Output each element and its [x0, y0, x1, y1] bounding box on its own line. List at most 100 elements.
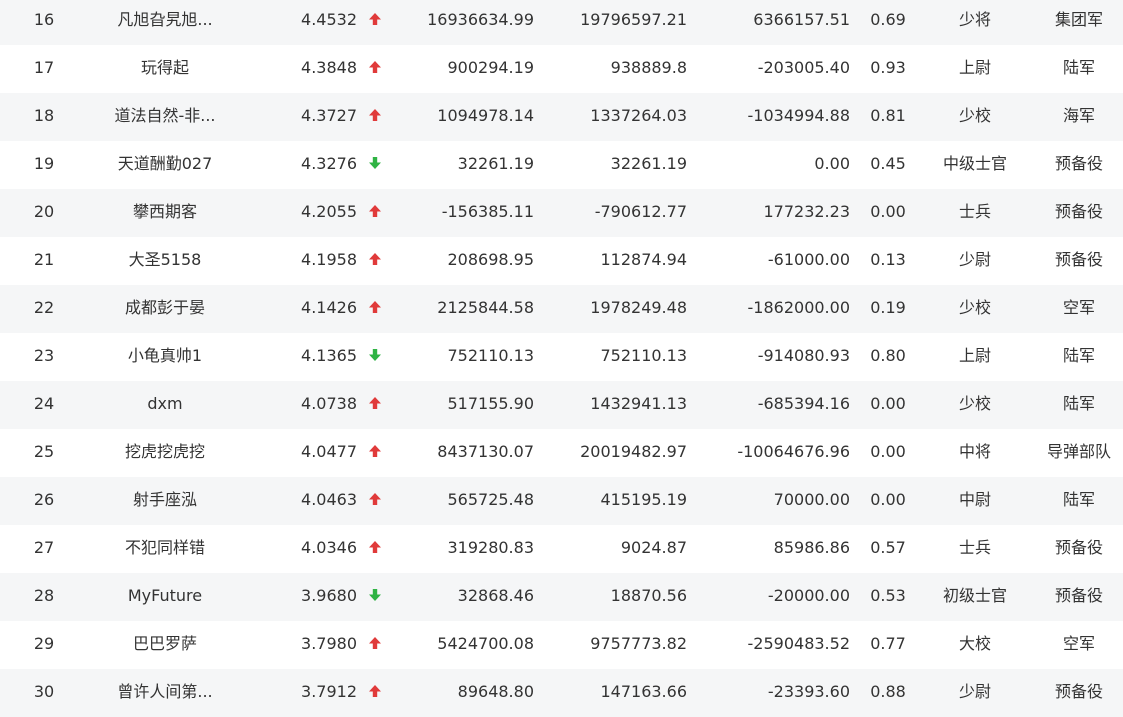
- name-cell: MyFuture: [127, 586, 203, 605]
- arrow-down-icon: [366, 333, 384, 381]
- arrow-up-icon: [366, 45, 384, 93]
- value2-cell: 1978249.48: [590, 298, 687, 317]
- value2-cell: 19796597.21: [580, 10, 687, 29]
- score-cell: 4.1426: [301, 298, 357, 317]
- branch-cell: 空军: [1062, 634, 1095, 653]
- rank-cell: 22: [33, 298, 55, 317]
- value2-cell: 752110.13: [600, 346, 687, 365]
- ratio-cell: 0.19: [870, 298, 906, 317]
- name-cell: 射手座泓: [132, 490, 197, 509]
- score-cell: 4.1365: [301, 346, 357, 365]
- title-cell: 大校: [958, 634, 991, 653]
- value2-cell: 1337264.03: [590, 106, 687, 125]
- arrow-up-icon: [366, 237, 384, 285]
- arrow-up-icon: [366, 525, 384, 573]
- branch-cell: 海军: [1062, 106, 1095, 125]
- table-row[interactable]: 23 小龟真帅1 4.1365 752110.13 752110.13 -914080.9…: [0, 333, 1123, 381]
- title-cell: 士兵: [958, 538, 991, 557]
- name-cell: dxm: [147, 394, 183, 413]
- branch-cell: 陆军: [1062, 490, 1095, 509]
- value3-cell: -1034994.88: [747, 106, 850, 125]
- table-row[interactable]: 28 MyFuture 3.9680 32868.46 18870.56 -20000.0…: [0, 573, 1123, 621]
- table-row[interactable]: 24 dxm 4.0738 517155.90 1432941.13 -685394.16…: [0, 381, 1123, 429]
- arrow-up-icon: [366, 0, 384, 45]
- arrow-up-icon: [366, 189, 384, 237]
- value1-cell: 32261.19: [457, 154, 534, 173]
- arrow-up-icon: [366, 285, 384, 333]
- table-row[interactable]: 21 大圣5158 4.1958 208698.95 112874.94 -61000.0…: [0, 237, 1123, 285]
- value3-cell: -1862000.00: [747, 298, 850, 317]
- title-cell: 初级士官: [942, 586, 1007, 605]
- arrow-up-icon: [366, 429, 384, 477]
- ranking-table: 16 凡旭旮旯旭... 4.4532 16936634.99 19796597.21 63…: [0, 0, 1123, 717]
- table-row[interactable]: 30 曾许人间第... 3.7912 89648.80 147163.66 -23393.…: [0, 669, 1123, 717]
- name-cell: 成都彭于晏: [124, 298, 205, 317]
- rank-cell: 30: [33, 682, 55, 701]
- table-row[interactable]: 19 天道酬勤027 4.3276 32261.19 32261.19 0.00 0.45 中…: [0, 141, 1123, 189]
- ratio-cell: 0.00: [870, 202, 906, 221]
- value2-cell: 18870.56: [610, 586, 687, 605]
- title-cell: 少尉: [958, 250, 991, 269]
- value3-cell: -61000.00: [767, 250, 850, 269]
- rank-cell: 28: [33, 586, 55, 605]
- value1-cell: 900294.19: [447, 58, 534, 77]
- value2-cell: 9757773.82: [590, 634, 687, 653]
- arrow-down-icon: [366, 141, 384, 189]
- table-row[interactable]: 25 挖虎挖虎挖 4.0477 8437130.07 20019482.97 -10064…: [0, 429, 1123, 477]
- branch-cell: 预备役: [1054, 154, 1103, 173]
- value3-cell: -914080.93: [757, 346, 850, 365]
- rank-cell: 21: [33, 250, 55, 269]
- title-cell: 少校: [958, 106, 991, 125]
- name-cell: 巴巴罗萨: [132, 634, 197, 653]
- title-cell: 中尉: [958, 490, 991, 509]
- title-cell: 少校: [958, 394, 991, 413]
- table-row[interactable]: 22 成都彭于晏 4.1426 2125844.58 1978249.48 -186200…: [0, 285, 1123, 333]
- rank-cell: 18: [33, 106, 55, 125]
- score-cell: 3.7980: [301, 634, 357, 653]
- name-cell: 玩得起: [140, 58, 189, 77]
- title-cell: 少校: [958, 298, 991, 317]
- branch-cell: 陆军: [1062, 394, 1095, 413]
- ratio-cell: 0.45: [870, 154, 906, 173]
- name-cell: 不犯同样错: [124, 538, 205, 557]
- title-cell: 士兵: [958, 202, 991, 221]
- value1-cell: 16936634.99: [427, 10, 534, 29]
- name-cell: 小龟真帅1: [127, 346, 203, 365]
- value1-cell: 752110.13: [447, 346, 534, 365]
- ratio-cell: 0.13: [870, 250, 906, 269]
- rank-cell: 23: [33, 346, 55, 365]
- value1-cell: 89648.80: [457, 682, 534, 701]
- name-cell: 凡旭旮旯旭...: [117, 10, 213, 29]
- branch-cell: 集团军: [1054, 10, 1103, 29]
- branch-cell: 预备役: [1054, 250, 1103, 269]
- value3-cell: -2590483.52: [747, 634, 850, 653]
- value1-cell: 208698.95: [447, 250, 534, 269]
- value1-cell: 565725.48: [447, 490, 534, 509]
- table-row[interactable]: 29 巴巴罗萨 3.7980 5424700.08 9757773.82 -2590483…: [0, 621, 1123, 669]
- branch-cell: 陆军: [1062, 346, 1095, 365]
- value3-cell: 177232.23: [763, 202, 850, 221]
- ratio-cell: 0.57: [870, 538, 906, 557]
- name-cell: 天道酬勤027: [117, 154, 213, 173]
- ratio-cell: 0.00: [870, 442, 906, 461]
- ratio-cell: 0.77: [870, 634, 906, 653]
- name-cell: 攀西期客: [132, 202, 197, 221]
- value3-cell: -685394.16: [757, 394, 850, 413]
- ratio-cell: 0.00: [870, 490, 906, 509]
- value2-cell: 938889.8: [610, 58, 687, 77]
- rank-cell: 17: [33, 58, 55, 77]
- title-cell: 中级士官: [942, 154, 1007, 173]
- table-row[interactable]: 16 凡旭旮旯旭... 4.4532 16936634.99 19796597.21 63…: [0, 0, 1123, 45]
- value3-cell: 70000.00: [773, 490, 850, 509]
- table-row[interactable]: 18 道法自然-非... 4.3727 1094978.14 1337264.03 -10…: [0, 93, 1123, 141]
- rank-cell: 24: [33, 394, 55, 413]
- table-row[interactable]: 17 玩得起 4.3848 900294.19 938889.8 -203005.40 0.…: [0, 45, 1123, 93]
- value2-cell: 112874.94: [600, 250, 687, 269]
- table-row[interactable]: 26 射手座泓 4.0463 565725.48 415195.19 70000.00 0.…: [0, 477, 1123, 525]
- branch-cell: 陆军: [1062, 58, 1095, 77]
- table-row[interactable]: 27 不犯同样错 4.0346 319280.83 9024.87 85986.86 0.5…: [0, 525, 1123, 573]
- score-cell: 4.3848: [301, 58, 357, 77]
- table-row[interactable]: 20 攀西期客 4.2055 -156385.11 -790612.77 177232.2…: [0, 189, 1123, 237]
- ratio-cell: 0.81: [870, 106, 906, 125]
- score-cell: 4.2055: [301, 202, 357, 221]
